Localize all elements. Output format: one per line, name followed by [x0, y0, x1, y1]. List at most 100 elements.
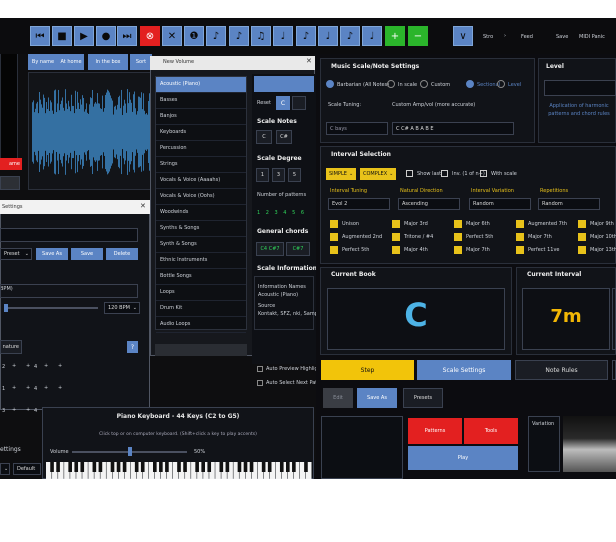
piano-black-key[interactable] — [56, 462, 60, 472]
toolbar-arrow-icon[interactable]: › — [504, 33, 506, 39]
toolbar-button-2[interactable]: ▶ — [74, 26, 94, 46]
plus-icon[interactable]: + — [26, 407, 30, 413]
piano-black-key[interactable] — [243, 462, 248, 472]
bpm-value-field[interactable]: 120 BPM ⌄ — [104, 302, 140, 314]
step-button[interactable]: Step — [321, 360, 414, 380]
piano-black-key[interactable] — [140, 462, 145, 472]
inversion-checkbox[interactable] — [441, 170, 448, 177]
right-edge-button[interactable] — [612, 360, 616, 380]
toolbar-button-8[interactable]: ♪ — [206, 26, 226, 46]
piano-black-key[interactable] — [183, 462, 187, 472]
piano-black-key[interactable] — [207, 462, 212, 472]
tab-sort[interactable]: Sort — [130, 54, 152, 70]
interval-checkbox[interactable] — [578, 220, 586, 228]
tab-at-home[interactable]: At home — [58, 54, 84, 70]
radio-barbarian[interactable] — [326, 80, 334, 88]
plus-icon[interactable]: + — [44, 385, 48, 391]
interval-column-field[interactable]: Random — [538, 198, 600, 210]
piano-black-key[interactable] — [279, 462, 284, 472]
scale-right-field[interactable]: C C# A B A B E — [392, 122, 514, 135]
bpm-slider-track[interactable] — [4, 307, 98, 309]
instrument-list-item[interactable]: Acoustic (Piano) — [156, 77, 246, 93]
settings-save-as-button[interactable]: Save As — [36, 248, 68, 260]
interval-column-field[interactable]: Random — [469, 198, 531, 210]
settings-delete-button[interactable]: Delete — [106, 248, 138, 260]
signature-value[interactable]: 4 — [34, 408, 37, 414]
edit-button[interactable]: Edit — [323, 388, 353, 408]
radio-sectional[interactable] — [466, 80, 474, 88]
instrument-list-item[interactable]: Basses — [156, 93, 246, 109]
interval-checkbox[interactable] — [454, 246, 462, 254]
toolbar-button-16[interactable]: + — [385, 26, 405, 46]
scale-degree-3[interactable]: 3 — [272, 168, 285, 182]
toolbar-button-11[interactable]: ♩ — [273, 26, 293, 46]
toolbar-save-button[interactable]: Save — [556, 34, 568, 40]
presets-button[interactable]: Presets — [403, 388, 443, 408]
radio-level[interactable] — [497, 80, 505, 88]
piano-black-key[interactable] — [68, 462, 72, 472]
piano-black-key[interactable] — [292, 462, 296, 472]
instrument-list-item[interactable]: Audio Loops — [156, 317, 246, 333]
piano-black-key[interactable] — [134, 462, 139, 472]
instrument-list-item[interactable]: Vocals & Voice (Aaaahs) — [156, 173, 246, 189]
signature-value[interactable]: 4 — [34, 364, 37, 370]
preview-highlight-checkbox[interactable] — [257, 366, 263, 372]
toolbar-button-5[interactable]: ⊗ — [140, 26, 160, 46]
piano-black-key[interactable] — [159, 462, 163, 472]
scale-note-c-button[interactable]: C — [276, 96, 290, 110]
settings-close-icon[interactable]: ✕ — [140, 202, 146, 210]
piano-black-key[interactable] — [98, 462, 103, 472]
piano-black-key[interactable] — [267, 462, 272, 472]
toolbar-button-9[interactable]: ♪ — [229, 26, 249, 46]
instrument-list-item[interactable]: Synth & Songs — [156, 237, 246, 253]
piano-black-key[interactable] — [261, 462, 266, 472]
interval-checkbox[interactable] — [330, 220, 338, 228]
toolbar-button-18[interactable]: ∨ — [453, 26, 473, 46]
tab-in-the-box[interactable]: In the box — [88, 54, 128, 70]
signature-value[interactable]: 3 — [2, 408, 5, 414]
scale-degree-5[interactable]: 5 — [288, 168, 301, 182]
settings-default-dropdown[interactable]: Default — [13, 463, 41, 475]
with-scale-checkbox[interactable] — [480, 170, 487, 177]
scale-settings-button[interactable]: Scale Settings — [417, 360, 511, 380]
piano-black-key[interactable] — [116, 462, 121, 472]
interval-checkbox[interactable] — [330, 233, 338, 241]
help-button[interactable]: ? — [127, 341, 138, 353]
interval-checkbox[interactable] — [330, 246, 338, 254]
instrument-list-item[interactable]: Bottle Songs — [156, 269, 246, 285]
piano-black-key[interactable] — [237, 462, 242, 472]
time-signature-button[interactable]: nature — [0, 340, 22, 354]
note-rules-button[interactable]: Note Rules — [515, 360, 608, 380]
complex-dropdown[interactable]: COMPLEX ⌄ — [360, 168, 396, 180]
piano-black-key[interactable] — [225, 462, 230, 472]
instrument-list-item[interactable]: Drum Kit — [156, 301, 246, 317]
piano-black-key[interactable] — [92, 462, 97, 472]
settings-dropdown-1[interactable]: ⌄ — [0, 463, 10, 475]
toolbar-button-6[interactable]: ✕ — [162, 26, 182, 46]
scale-note-alt-button[interactable] — [292, 96, 306, 110]
interval-column-field[interactable]: Ascending — [398, 198, 460, 210]
plus-icon[interactable]: + — [12, 385, 16, 391]
instrument-list-item[interactable]: Vocals & Voice (Oohs) — [156, 189, 246, 205]
piano-black-key[interactable] — [50, 462, 54, 472]
interval-checkbox[interactable] — [578, 233, 586, 241]
interval-checkbox[interactable] — [392, 220, 400, 228]
piano-black-key[interactable] — [249, 462, 254, 472]
interval-column-field[interactable]: Evol 2 — [328, 198, 390, 210]
signature-value[interactable]: 2 — [2, 364, 5, 370]
instrument-list-item[interactable]: Percussion — [156, 141, 246, 157]
piano-black-key[interactable] — [110, 462, 115, 472]
toolbar-button-4[interactable]: ⏭ — [117, 26, 137, 46]
plus-icon[interactable]: + — [58, 385, 62, 391]
preset-select[interactable]: Preset ⌄ — [0, 248, 32, 260]
interval-checkbox[interactable] — [454, 220, 462, 228]
piano-black-key[interactable] — [219, 462, 224, 472]
toolbar-button-1[interactable]: ■ — [52, 26, 72, 46]
piano-black-key[interactable] — [122, 462, 127, 472]
simple-dropdown[interactable]: SIMPLE ⌄ — [326, 168, 356, 180]
pattern-number-row[interactable]: 1 2 3 4 5 6 — [257, 210, 306, 216]
plus-icon[interactable]: + — [44, 363, 48, 369]
interval-checkbox[interactable] — [516, 246, 524, 254]
interval-checkbox[interactable] — [516, 233, 524, 241]
toolbar-button-10[interactable]: ♫ — [251, 26, 271, 46]
